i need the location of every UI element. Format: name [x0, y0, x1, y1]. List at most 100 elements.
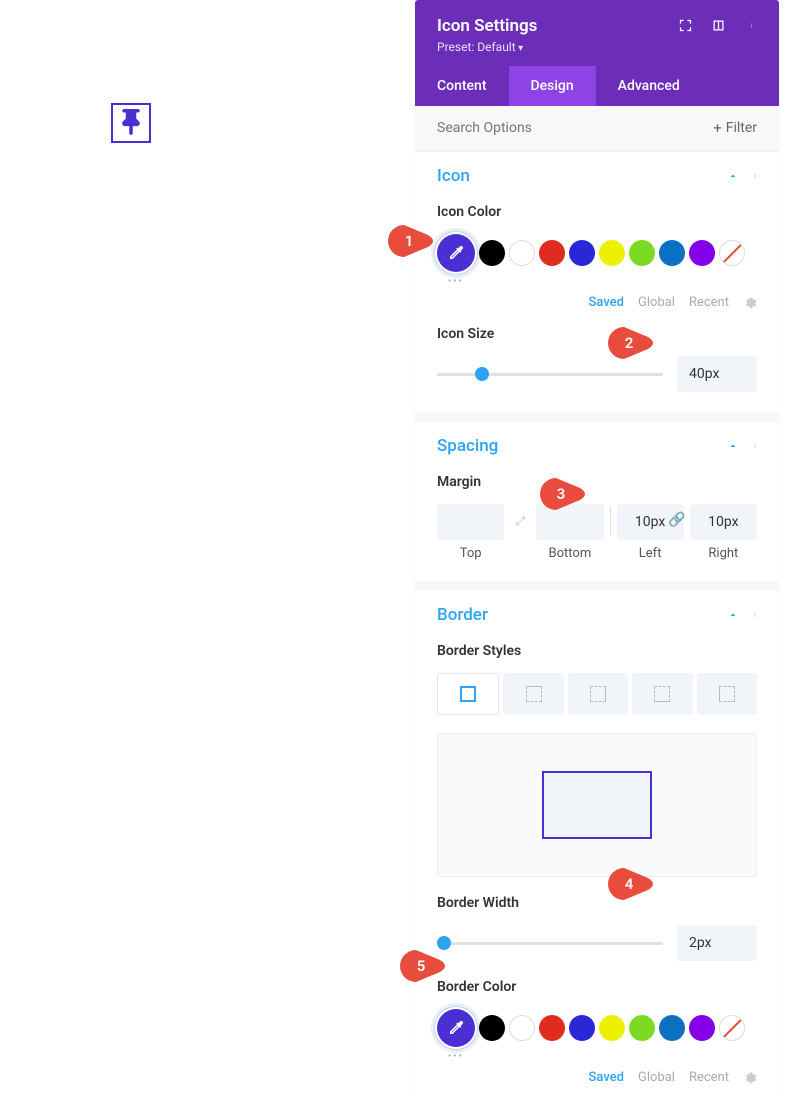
- meta-saved[interactable]: Saved: [589, 1070, 624, 1085]
- slider-track[interactable]: [437, 942, 663, 945]
- section-more-icon[interactable]: [753, 439, 757, 453]
- section-header-spacing[interactable]: Spacing: [415, 422, 779, 470]
- swatch-red[interactable]: [539, 240, 565, 266]
- slider-thumb[interactable]: [475, 367, 489, 381]
- filter-label: Filter: [726, 120, 757, 136]
- chevron-up-icon: [727, 170, 739, 182]
- icon-color-swatches: [437, 234, 757, 272]
- search-row: + Filter: [415, 106, 779, 151]
- color-meta: Saved Global Recent: [437, 295, 757, 310]
- swatch-teal[interactable]: [659, 1015, 685, 1041]
- label-right: Right: [708, 546, 738, 561]
- swatch-none[interactable]: [719, 240, 745, 266]
- filter-button[interactable]: + Filter: [705, 113, 765, 143]
- swatch-black[interactable]: [479, 1015, 505, 1041]
- margin-bottom-input[interactable]: [536, 504, 603, 540]
- eyedropper-icon: [447, 244, 465, 262]
- border-preview: [437, 733, 757, 877]
- gear-icon[interactable]: [743, 1071, 757, 1085]
- section-header-icon[interactable]: Icon: [415, 152, 779, 200]
- link-icon[interactable]: 🔗: [668, 512, 685, 528]
- swatch-yellow[interactable]: [599, 240, 625, 266]
- section-more-icon[interactable]: [753, 169, 757, 183]
- icon-size-slider: [437, 356, 757, 392]
- search-input[interactable]: [437, 106, 705, 150]
- border-all[interactable]: [437, 673, 499, 715]
- border-right[interactable]: [568, 673, 628, 715]
- eyedropper-icon: [447, 1019, 465, 1037]
- label-bottom: Bottom: [549, 546, 592, 561]
- swatch-teal[interactable]: [659, 240, 685, 266]
- margin-top-input[interactable]: [437, 504, 504, 540]
- chevron-up-icon: [727, 440, 739, 452]
- tab-design[interactable]: Design: [509, 66, 596, 106]
- border-color-label: Border Color: [437, 979, 757, 995]
- border-width-input[interactable]: [677, 925, 757, 961]
- unlink-icon[interactable]: ⤢: [510, 504, 530, 538]
- icon-color-label: Icon Color: [437, 204, 757, 220]
- tab-content[interactable]: Content: [415, 66, 509, 106]
- border-width-slider: [437, 925, 757, 961]
- section-border: Border Border Styles Border Width: [415, 591, 779, 1095]
- border-styles: [437, 673, 757, 715]
- border-left[interactable]: [697, 673, 757, 715]
- meta-recent[interactable]: Recent: [689, 295, 729, 310]
- section-spacing: Spacing Margin Top ⤢ Bottom: [415, 422, 779, 581]
- meta-global[interactable]: Global: [638, 295, 675, 310]
- section-more-icon[interactable]: [753, 608, 757, 622]
- section-title: Border: [437, 605, 488, 625]
- border-bottom[interactable]: [632, 673, 692, 715]
- settings-panel: Icon Settings Preset: Default Content De…: [415, 0, 779, 1095]
- icon-size-input[interactable]: [677, 356, 757, 392]
- gear-icon[interactable]: [743, 296, 757, 310]
- pin-icon: [119, 109, 143, 137]
- section-header-border[interactable]: Border: [415, 591, 779, 639]
- panel-title: Icon Settings: [437, 16, 537, 36]
- slider-thumb[interactable]: [437, 936, 451, 950]
- label-top: Top: [460, 546, 482, 561]
- swatch-blue[interactable]: [569, 240, 595, 266]
- swatch-ellipsis[interactable]: •••: [437, 276, 475, 287]
- margin-inputs: Top ⤢ Bottom Left 🔗 Right: [437, 504, 757, 561]
- panel-actions: [678, 18, 759, 33]
- columns-icon[interactable]: [711, 18, 726, 33]
- swatch-ellipsis[interactable]: •••: [437, 1051, 475, 1062]
- section-title: Spacing: [437, 436, 498, 456]
- swatch-blue[interactable]: [569, 1015, 595, 1041]
- panel-header: Icon Settings Preset: Default: [415, 0, 779, 66]
- swatch-white[interactable]: [509, 240, 535, 266]
- slider-track[interactable]: [437, 373, 663, 376]
- border-preview-box: [542, 771, 652, 839]
- meta-recent[interactable]: Recent: [689, 1070, 729, 1085]
- border-top[interactable]: [503, 673, 563, 715]
- meta-global[interactable]: Global: [638, 1070, 675, 1085]
- chevron-up-icon: [727, 609, 739, 621]
- swatch-selected[interactable]: [437, 1009, 475, 1047]
- more-icon[interactable]: [744, 18, 759, 33]
- section-title: Icon: [437, 166, 470, 186]
- icon-size-label: Icon Size: [437, 326, 757, 342]
- meta-saved[interactable]: Saved: [589, 295, 624, 310]
- swatch-black[interactable]: [479, 240, 505, 266]
- section-icon: Icon Icon Color: [415, 151, 779, 412]
- preset-selector[interactable]: Preset: Default: [437, 40, 537, 54]
- label-left: Left: [639, 546, 662, 561]
- swatch-green[interactable]: [629, 240, 655, 266]
- border-color-swatches: [437, 1009, 757, 1047]
- swatch-red[interactable]: [539, 1015, 565, 1041]
- border-styles-label: Border Styles: [437, 643, 757, 659]
- margin-divider: [610, 506, 611, 536]
- tabs: Content Design Advanced: [415, 66, 779, 106]
- tab-advanced[interactable]: Advanced: [596, 66, 702, 106]
- swatch-green[interactable]: [629, 1015, 655, 1041]
- color-meta: Saved Global Recent: [437, 1070, 757, 1085]
- swatch-selected[interactable]: [437, 234, 475, 272]
- swatch-purple[interactable]: [689, 1015, 715, 1041]
- swatch-purple[interactable]: [689, 240, 715, 266]
- expand-icon[interactable]: [678, 18, 693, 33]
- swatch-white[interactable]: [509, 1015, 535, 1041]
- swatch-none[interactable]: [719, 1015, 745, 1041]
- margin-right-input[interactable]: [690, 504, 757, 540]
- swatch-yellow[interactable]: [599, 1015, 625, 1041]
- preview-icon: [111, 103, 151, 143]
